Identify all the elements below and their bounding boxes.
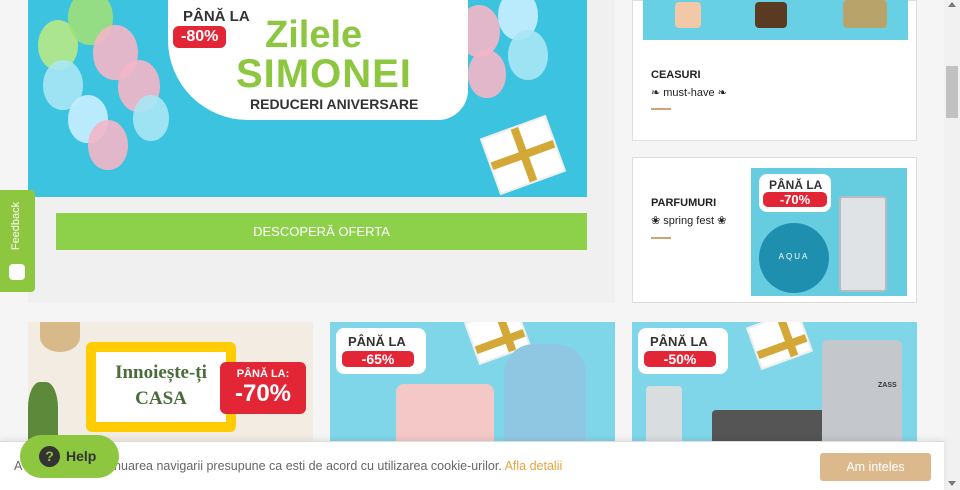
badge-discount: -70% (234, 380, 292, 407)
category-title: CEASURI (651, 69, 701, 81)
category-subtitle: ❧ must-have ❧ (651, 87, 727, 99)
help-label: Help (66, 448, 97, 464)
handbag-image (396, 384, 494, 447)
badge-upto: PÂNĂ LA (769, 178, 823, 192)
hero-discount-badge: -80% (173, 26, 227, 48)
gift-box-image (479, 114, 567, 196)
balloon-decoration (508, 30, 548, 80)
promo-tile-bags[interactable]: PÂNĂ LA -65% (330, 322, 615, 447)
badge-discount: -70% (763, 192, 827, 207)
divider (651, 108, 671, 110)
feedback-label: Feedback (10, 201, 22, 251)
product-image (755, 2, 787, 28)
badge-upto: PÂNĂ LA (348, 334, 406, 349)
frame-inner: Innoiește-ți CASA (96, 352, 226, 422)
feedback-tab[interactable]: Feedback (0, 190, 35, 292)
discover-offer-button[interactable]: DESCOPERĂ OFERTA (56, 213, 587, 250)
cookie-details-link[interactable]: Afla detalii (505, 459, 563, 473)
question-icon: ? (39, 446, 60, 467)
promo-tile-appliances[interactable]: PÂNĂ LA -50% ZASS (632, 322, 917, 447)
lamp-image (40, 322, 80, 352)
scrollbar-thumb[interactable] (946, 66, 958, 118)
perfume-bottle-silver (839, 196, 887, 292)
badge-upto: PÂNĂ LA (650, 334, 708, 349)
category-title: PARFUMURI (651, 197, 717, 209)
badge-discount: -65% (342, 351, 414, 367)
divider (651, 237, 671, 239)
gift-box-image (745, 322, 814, 371)
hero-banner[interactable]: PÂNĂ LA -80% Zilele SIMONEI REDUCERI ANI… (28, 0, 587, 197)
hero-title-line1: Zilele (265, 14, 363, 56)
cookie-banner: A e cookies. Continuarea navigarii presu… (0, 441, 944, 490)
home-title-line2: CASA (135, 388, 187, 409)
meat-grinder-image (822, 340, 902, 447)
balloon-decoration (88, 120, 128, 170)
scrollbar[interactable] (944, 0, 960, 490)
page: PÂNĂ LA -80% Zilele SIMONEI REDUCERI ANI… (0, 0, 960, 490)
frame-decoration: Innoiește-ți CASA (86, 342, 236, 432)
accept-cookies-button[interactable]: Am inteles (820, 453, 931, 481)
product-image (843, 0, 887, 28)
product-image (675, 2, 701, 28)
promo-tile-home[interactable]: Innoiește-ți CASA PÂNĂ LA: -70% (28, 322, 313, 447)
balloon-decoration (133, 95, 169, 141)
grinder-brand-label: ZASS (878, 382, 897, 389)
category-card-watches[interactable]: CEASURI ❧ must-have ❧ (632, 0, 917, 141)
smiley-icon (9, 264, 25, 280)
badge-upto: PÂNĂ LA: (236, 368, 290, 380)
category-subtitle: ❀ spring fest ❀ (651, 215, 727, 227)
balloon-decoration (468, 50, 506, 98)
home-title-line1: Innoiește-ți (115, 362, 207, 383)
category-card-perfumes[interactable]: PARFUMURI ❀ spring fest ❀ PÂNĂ LA -70% A… (632, 157, 917, 303)
watches-image (643, 0, 908, 40)
perfume-image: PÂNĂ LA -70% AQUA (751, 168, 907, 296)
hero-subtitle: REDUCERI ANIVERSARE (250, 96, 419, 112)
hero-title-line2: SIMONEI (236, 52, 412, 96)
discount-badge: PÂNĂ LA: -70% (220, 362, 306, 414)
badge-discount: -50% (644, 351, 716, 367)
backpack-image (504, 344, 586, 447)
help-button[interactable]: ? Help (20, 435, 119, 478)
scroll-up-arrow-icon[interactable] (948, 2, 956, 7)
scroll-down-arrow-icon[interactable] (948, 481, 956, 486)
hero-upto: PÂNĂ LA (183, 8, 250, 25)
perfume-label: AQUA (778, 252, 810, 261)
blender-image (646, 386, 682, 447)
